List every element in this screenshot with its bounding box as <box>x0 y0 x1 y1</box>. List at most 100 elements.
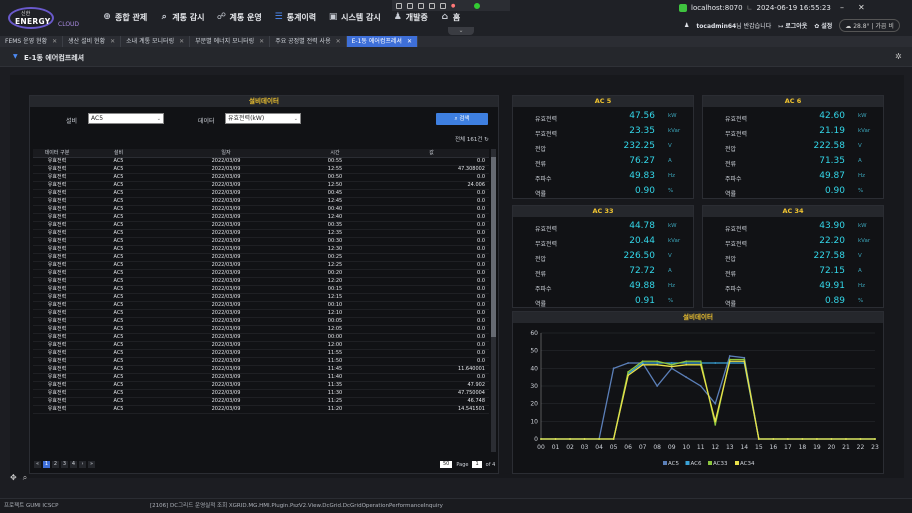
tab-4[interactable]: 주요 공정별 전력 사용 ✕ <box>270 36 347 47</box>
table-row[interactable]: 유효전력 AC5 2022/03/09 12:05 0.0 <box>33 325 489 334</box>
column-header[interactable]: 값 <box>374 149 489 158</box>
x-tick-label: 06 <box>624 444 632 451</box>
ac-metric-label: 유효전력 <box>535 226 558 233</box>
record-icon[interactable]: ● <box>451 3 469 9</box>
table-row[interactable]: 유효전력 AC5 2022/03/09 00:10 0.0 <box>33 301 489 310</box>
table-row[interactable]: 유효전력 AC5 2022/03/09 00:15 0.0 <box>33 285 489 294</box>
table-row[interactable]: 유효전력 AC5 2022/03/09 00:45 0.0 <box>33 189 489 198</box>
table-row[interactable]: 유효전력 AC5 2022/03/09 12:40 0.0 <box>33 213 489 222</box>
column-header[interactable]: 설비 <box>81 149 156 158</box>
table-row[interactable]: 유효전력 AC5 2022/03/09 11:25 46.748 <box>33 397 489 406</box>
table-row[interactable]: 유효전력 AC5 2022/03/09 12:10 0.0 <box>33 309 489 318</box>
ac-metric-label: 유효전력 <box>535 116 558 123</box>
move-icon[interactable]: ✥ <box>10 473 17 483</box>
table-row[interactable]: 유효전력 AC5 2022/03/09 12:35 0.0 <box>33 229 489 238</box>
table-row[interactable]: 유효전력 AC5 2022/03/09 00:00 0.0 <box>33 333 489 342</box>
table-row[interactable]: 유효전력 AC5 2022/03/09 11:30 47.750004 <box>33 389 489 398</box>
column-header[interactable]: 시간 <box>296 149 374 158</box>
ac-metric-row: 전류 76.27 A <box>513 154 693 169</box>
nav-item-statistics[interactable]: ☰ 통계이력 <box>274 11 317 23</box>
nav-item-system[interactable]: ▣ 시스템 감시 <box>328 11 381 23</box>
toolbar-icon[interactable] <box>429 2 435 9</box>
toolbar-icon[interactable] <box>396 2 402 9</box>
table-cell: AC5 <box>81 389 156 398</box>
nav-label: 계통 운영 <box>229 12 262 22</box>
page-button[interactable]: 1 <box>43 461 50 468</box>
table-row[interactable]: 유효전력 AC5 2022/03/09 00:35 0.0 <box>33 221 489 230</box>
table-body: 유효전력 AC5 2022/03/09 00:55 0.0 유효전력 AC5 2022/03/… <box>33 157 489 414</box>
settings-button[interactable]: ✿ 설정 <box>814 21 832 30</box>
tab-2[interactable]: 소내 계통 모니터링 ✕ <box>121 36 191 47</box>
column-header[interactable]: 데이터 구분 <box>33 149 81 158</box>
table-row[interactable]: 유효전력 AC5 2022/03/09 00:20 0.0 <box>33 269 489 278</box>
page-input[interactable]: 1 <box>472 461 482 468</box>
close-icon[interactable]: ✕ <box>52 36 57 47</box>
table-row[interactable]: 유효전력 AC5 2022/03/09 12:00 0.0 <box>33 341 489 350</box>
table-row[interactable]: 유효전력 AC5 2022/03/09 12:30 0.0 <box>33 245 489 254</box>
table-row[interactable]: 유효전력 AC5 2022/03/09 12:20 0.0 <box>33 277 489 286</box>
close-icon[interactable]: ✕ <box>179 36 184 47</box>
minimize-icon[interactable]: – <box>840 3 844 12</box>
table-row[interactable]: 유효전력 AC5 2022/03/09 12:50 24.006 <box>33 181 489 190</box>
refresh-icon[interactable]: ↻ <box>484 137 489 143</box>
table-row[interactable]: 유효전력 AC5 2022/03/09 00:55 0.0 <box>33 157 489 166</box>
table-row[interactable]: 유효전력 AC5 2022/03/09 00:40 0.0 <box>33 205 489 214</box>
table-row[interactable]: 유효전력 AC5 2022/03/09 11:20 14.541501 <box>33 405 489 414</box>
nav-item-overview[interactable]: ⊕ 종합 관제 <box>102 11 147 23</box>
ac-metric-value: 20.44 <box>629 236 655 246</box>
table-row[interactable]: 유효전력 AC5 2022/03/09 12:15 0.0 <box>33 293 489 302</box>
table-row[interactable]: 유효전력 AC5 2022/03/09 00:05 0.0 <box>33 317 489 326</box>
table-cell: 2022/03/09 <box>156 309 296 318</box>
table-row[interactable]: 유효전력 AC5 2022/03/09 11:40 0.0 <box>33 373 489 382</box>
table-row[interactable]: 유효전력 AC5 2022/03/09 12:55 47.308002 <box>33 165 489 174</box>
page-button[interactable]: 2 <box>52 461 59 468</box>
nav-item-home[interactable]: ⌂ 홈 <box>440 11 461 23</box>
toolbar-icon[interactable] <box>440 2 446 9</box>
tab-0[interactable]: FEMS 운영 현황 ✕ <box>0 36 64 47</box>
equip-select[interactable]: AC5 ⌄ <box>88 113 164 124</box>
table-scrollbar[interactable] <box>491 149 496 452</box>
next-page-icon[interactable]: › <box>79 461 86 468</box>
logout-button[interactable]: ↦ 로그아웃 <box>778 21 807 30</box>
toolbar-icon[interactable] <box>418 2 424 9</box>
data-select[interactable]: 유효전력(kW) ⌄ <box>225 113 301 124</box>
table-row[interactable]: 유효전력 AC5 2022/03/09 11:35 47.902 <box>33 381 489 390</box>
nav-item-monitoring[interactable]: ⌕ 계통 감시 <box>159 11 205 23</box>
close-icon[interactable]: ✕ <box>336 36 341 47</box>
ac-metric-value: 71.35 <box>819 156 845 166</box>
table-row[interactable]: 유효전력 AC5 2022/03/09 11:55 0.0 <box>33 349 489 358</box>
toolbar-icon[interactable] <box>407 2 413 9</box>
table-row[interactable]: 유효전력 AC5 2022/03/09 00:25 0.0 <box>33 253 489 262</box>
close-icon[interactable]: ✕ <box>858 3 865 12</box>
close-icon[interactable]: ✕ <box>259 36 264 47</box>
column-header[interactable]: 일자 <box>156 149 296 158</box>
search-button[interactable]: ⌕ 검색 <box>436 113 488 125</box>
nav-item-operation[interactable]: ☍ 계통 운영 <box>216 11 262 23</box>
close-icon[interactable]: ✕ <box>407 36 412 47</box>
table-row[interactable]: 유효전력 AC5 2022/03/09 00:50 0.0 <box>33 173 489 182</box>
page-size-select[interactable]: 50 <box>440 461 453 468</box>
table-row[interactable]: 유효전력 AC5 2022/03/09 11:50 0.0 <box>33 357 489 366</box>
table-cell: AC5 <box>81 293 156 302</box>
first-page-icon[interactable]: « <box>34 461 41 468</box>
zoom-icon[interactable]: ⌕ <box>23 473 27 483</box>
table-row[interactable]: 유효전력 AC5 2022/03/09 12:25 0.0 <box>33 261 489 270</box>
scrollbar-thumb[interactable] <box>491 157 496 337</box>
page-button[interactable]: 3 <box>61 461 68 468</box>
last-page-icon[interactable]: » <box>88 461 95 468</box>
logo[interactable]: 신한 ENERGY <box>8 7 56 31</box>
table-row[interactable]: 유효전력 AC5 2022/03/09 12:45 0.0 <box>33 197 489 206</box>
tab-5[interactable]: E-1동 에어컴프레셔 ✕ <box>346 36 418 47</box>
caret-down-icon[interactable]: ▼ <box>13 53 18 60</box>
tab-3[interactable]: 부문별 에너지 모니터링 ✕ <box>190 36 271 47</box>
tab-1[interactable]: 생산 설비 현황 ✕ <box>63 36 122 47</box>
page-button[interactable]: 4 <box>70 461 77 468</box>
close-icon[interactable]: ✕ <box>110 36 115 47</box>
table-row[interactable]: 유효전력 AC5 2022/03/09 11:45 11.640001 <box>33 365 489 374</box>
gear-icon[interactable]: ✲ <box>895 52 902 61</box>
table-row[interactable]: 유효전력 AC5 2022/03/09 00:30 0.0 <box>33 237 489 246</box>
nav-item-dev[interactable]: ♟ 개발중 <box>393 11 428 23</box>
chevron-down-icon[interactable]: ⌄ <box>448 27 474 35</box>
table-cell: 유효전력 <box>33 221 81 230</box>
ac-metric-label: 전류 <box>725 271 737 278</box>
